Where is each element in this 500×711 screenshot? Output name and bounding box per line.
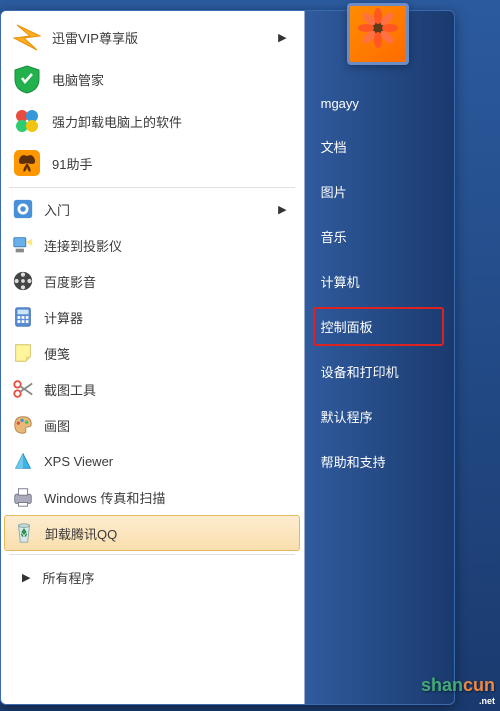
menu-item-calculator[interactable]: 计算器 bbox=[4, 299, 300, 335]
recycle-bin-icon bbox=[13, 522, 35, 544]
menu-label: 入门 bbox=[44, 200, 278, 219]
film-reel-icon bbox=[12, 270, 34, 292]
menu-item-91-assistant[interactable]: 91助手 bbox=[4, 142, 300, 184]
menu-label: Windows 传真和扫描 bbox=[44, 488, 292, 507]
menu-label: 电脑管家 bbox=[52, 70, 292, 89]
right-panel: mgayy 文档 图片 音乐 计算机 控制面板 设备和打印机 默认程序 帮助和支… bbox=[303, 11, 454, 704]
menu-label: 91助手 bbox=[52, 154, 292, 173]
arrow-right-icon: ▶ bbox=[278, 203, 286, 216]
menu-item-fax-scan[interactable]: Windows 传真和扫描 bbox=[4, 479, 300, 515]
xunlei-icon bbox=[12, 22, 42, 52]
menu-label: 卸载腾讯QQ bbox=[45, 524, 291, 543]
xps-icon bbox=[12, 450, 34, 472]
palette-icon bbox=[12, 414, 34, 436]
flower-icon bbox=[358, 8, 398, 48]
right-item-help-support[interactable]: 帮助和支持 bbox=[313, 442, 444, 481]
menu-item-paint[interactable]: 画图 bbox=[4, 407, 300, 443]
menu-item-baidu-player[interactable]: 百度影音 bbox=[4, 263, 300, 299]
right-item-default-programs[interactable]: 默认程序 bbox=[313, 397, 444, 436]
menu-item-uninstall-tool[interactable]: 强力卸载电脑上的软件 bbox=[4, 100, 300, 142]
right-item-username[interactable]: mgayy bbox=[313, 86, 444, 121]
watermark-sub: .net bbox=[421, 696, 495, 706]
arrow-right-icon: ▶ bbox=[278, 31, 286, 44]
right-item-devices-printers[interactable]: 设备和打印机 bbox=[313, 352, 444, 391]
fax-icon bbox=[12, 486, 34, 508]
menu-label: 百度影音 bbox=[44, 272, 292, 291]
user-picture[interactable] bbox=[347, 3, 409, 65]
watermark: shancun .net bbox=[421, 675, 495, 706]
menu-item-uninstall-qq[interactable]: 卸载腾讯QQ bbox=[4, 515, 300, 551]
menu-label: 计算器 bbox=[44, 308, 292, 327]
menu-item-xps[interactable]: XPS Viewer bbox=[4, 443, 300, 479]
start-menu: 迅雷VIP尊享版 ▶ 电脑管家 强力卸载电脑上的软件 91助手 bbox=[0, 10, 455, 705]
all-programs-label: 所有程序 bbox=[42, 568, 291, 587]
separator bbox=[9, 187, 295, 188]
sticky-note-icon bbox=[12, 342, 34, 364]
getting-started-icon bbox=[12, 198, 34, 220]
uninstall-tool-icon bbox=[12, 106, 42, 136]
menu-item-sticky-notes[interactable]: 便笺 bbox=[4, 335, 300, 371]
right-item-documents[interactable]: 文档 bbox=[313, 127, 444, 166]
arrow-right-icon: ▶ bbox=[22, 571, 30, 584]
right-item-control-panel[interactable]: 控制面板 bbox=[313, 307, 444, 346]
separator bbox=[9, 554, 295, 555]
right-item-computer[interactable]: 计算机 bbox=[313, 262, 444, 301]
calculator-icon bbox=[12, 306, 34, 328]
menu-label: 强力卸载电脑上的软件 bbox=[52, 112, 292, 131]
menu-label: 连接到投影仪 bbox=[44, 236, 292, 255]
watermark-part2: cun bbox=[463, 675, 495, 695]
menu-item-getting-started[interactable]: 入门 ▶ bbox=[4, 191, 300, 227]
menu-item-xunlei[interactable]: 迅雷VIP尊享版 ▶ bbox=[4, 16, 300, 58]
shield-icon bbox=[12, 64, 42, 94]
right-item-music[interactable]: 音乐 bbox=[313, 217, 444, 256]
right-item-pictures[interactable]: 图片 bbox=[313, 172, 444, 211]
all-programs[interactable]: ▶ 所有程序 bbox=[4, 560, 300, 595]
menu-label: XPS Viewer bbox=[44, 454, 292, 469]
scissors-icon bbox=[12, 378, 34, 400]
menu-label: 便笺 bbox=[44, 344, 292, 363]
left-panel: 迅雷VIP尊享版 ▶ 电脑管家 强力卸载电脑上的软件 91助手 bbox=[1, 11, 303, 704]
butterfly-icon bbox=[12, 148, 42, 178]
menu-item-pc-manager[interactable]: 电脑管家 bbox=[4, 58, 300, 100]
menu-label: 迅雷VIP尊享版 bbox=[52, 28, 278, 47]
watermark-part1: shan bbox=[421, 675, 463, 695]
menu-label: 画图 bbox=[44, 416, 292, 435]
projector-icon bbox=[12, 234, 34, 256]
menu-label: 截图工具 bbox=[44, 380, 292, 399]
menu-item-snipping[interactable]: 截图工具 bbox=[4, 371, 300, 407]
menu-item-projector[interactable]: 连接到投影仪 bbox=[4, 227, 300, 263]
